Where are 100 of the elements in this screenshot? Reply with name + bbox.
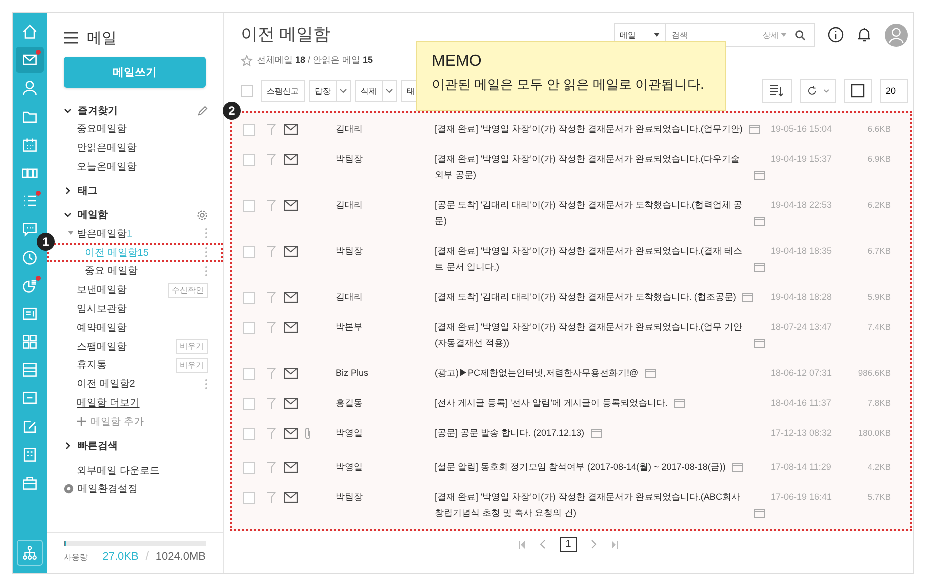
envelope-icon[interactable] <box>284 124 298 135</box>
toolbar-button[interactable]: 답장 <box>309 80 337 102</box>
mail-subject[interactable]: [설문 알림] 동호회 정기모임 참석여부 (2017-08-14(월) ~ 2017-08-18(금)) <box>435 459 726 475</box>
view-mode-button[interactable] <box>844 79 872 103</box>
envelope-icon[interactable] <box>284 462 298 473</box>
section-toggle[interactable]: 빠른검색 <box>64 439 118 454</box>
section-toggle[interactable]: 태그 <box>64 184 98 198</box>
folder-item[interactable]: 예약메일함 <box>77 320 208 335</box>
mail-subject[interactable]: [공문 도착] '김대리 대리'이(가) 작성한 결재문서가 도착했습니다.(협력업체 공문) <box>435 197 748 229</box>
more-icon[interactable] <box>205 378 208 390</box>
envelope-icon[interactable] <box>284 492 298 503</box>
previous-page-icon[interactable] <box>540 540 546 549</box>
sort-button[interactable] <box>762 79 792 103</box>
dropdown-button[interactable] <box>337 80 351 102</box>
notification-bell-icon[interactable] <box>857 27 872 43</box>
mail-subject[interactable]: [결재 완료] '박영일 차장'이(가) 작성한 결재문서가 완료되었습니다.(ABC회사 창립기념식 초청 및 축사 요청의 건) <box>435 489 748 521</box>
envelope-icon[interactable] <box>284 322 298 333</box>
row-checkbox[interactable] <box>243 292 255 304</box>
menu-icon[interactable] <box>64 32 78 44</box>
preview-window-icon[interactable] <box>754 217 765 226</box>
envelope-icon[interactable] <box>284 246 298 257</box>
folder-item[interactable]: 중요메일함 <box>77 122 208 136</box>
expand-caret[interactable] <box>68 230 74 236</box>
select-all-checkbox[interactable] <box>241 85 253 97</box>
preview-window-icon[interactable] <box>590 429 602 438</box>
page-size-select[interactable]: 20 <box>880 79 908 103</box>
folder-item[interactable]: 중요 메일함 <box>85 264 201 278</box>
last-page-icon[interactable] <box>611 540 620 548</box>
flag-icon[interactable] <box>266 200 276 212</box>
preview-window-icon[interactable] <box>674 399 685 408</box>
more-icon[interactable] <box>205 228 208 240</box>
settings-icon[interactable] <box>197 210 208 221</box>
flag-icon[interactable] <box>266 398 276 410</box>
sidebar-link[interactable]: 메일환경설정 <box>78 482 208 496</box>
folder-item[interactable]: 보낸메일함 <box>77 283 168 298</box>
star-icon[interactable] <box>241 54 253 66</box>
envelope-icon[interactable] <box>284 398 298 409</box>
mail-subject[interactable]: [공문] 공문 발송 합니다. (2017.12.13) <box>435 425 585 441</box>
flag-icon[interactable] <box>266 462 276 474</box>
flag-icon[interactable] <box>266 292 276 304</box>
envelope-icon[interactable] <box>284 292 298 303</box>
folder-item[interactable]: 이전 메일함2 <box>77 377 201 392</box>
mail-subject[interactable]: [결재 완료] '박영일 차장'이(가) 작성한 결재문서가 완료되었습니다.(다우기술 외부 공문) <box>435 151 748 183</box>
section-toggle[interactable]: 메일함 <box>64 208 108 222</box>
mail-subject[interactable]: (광고)▶PC제한없는인터넷,저렴한사무용전화기!@ <box>435 365 639 381</box>
pencil-icon[interactable] <box>197 106 208 116</box>
preview-window-icon[interactable] <box>754 263 765 272</box>
flag-icon[interactable] <box>266 492 276 504</box>
next-page-icon[interactable] <box>591 540 598 549</box>
toolbar-button[interactable]: 스팸신고 <box>261 80 305 102</box>
section-toggle[interactable]: 즐겨찾기 <box>64 104 118 118</box>
row-checkbox[interactable] <box>243 462 255 474</box>
first-page-icon[interactable] <box>518 540 526 548</box>
folder-item[interactable]: 오늘온메일함 <box>77 160 208 174</box>
folder-item[interactable]: 스팸메일함 <box>77 340 176 354</box>
row-checkbox[interactable] <box>243 124 255 136</box>
row-checkbox[interactable] <box>243 200 255 212</box>
toolbar-button[interactable]: 삭제 <box>355 80 383 102</box>
row-checkbox[interactable] <box>243 492 255 504</box>
envelope-icon[interactable] <box>284 154 298 165</box>
row-checkbox[interactable] <box>243 398 255 410</box>
row-checkbox[interactable] <box>243 154 255 166</box>
row-checkbox[interactable] <box>243 428 255 440</box>
preview-window-icon[interactable] <box>754 509 765 518</box>
row-checkbox[interactable] <box>243 246 255 258</box>
avatar[interactable] <box>885 24 908 46</box>
row-checkbox[interactable] <box>243 368 255 380</box>
flag-icon[interactable] <box>266 246 276 258</box>
mail-subject[interactable]: [결재 완료] '박영일 차장'이(가) 작성한 결재문서가 완료되었습니다.(업무 기안(자동결재선 적용)) <box>435 319 748 351</box>
flag-icon[interactable] <box>266 124 276 136</box>
more-folders-link[interactable]: 메일함 더보기 <box>77 396 140 410</box>
search-icon[interactable] <box>795 30 806 40</box>
flag-icon[interactable] <box>266 428 276 440</box>
info-icon[interactable] <box>828 27 844 43</box>
flag-icon[interactable] <box>266 154 276 166</box>
mail-subject[interactable]: [결재 도착] '김대리 대리'이(가) 작성한 결재문서가 도착했습니다. (협조공문) <box>435 289 736 305</box>
folder-item[interactable]: 받은메일함1 <box>77 226 201 241</box>
org-chart-icon[interactable] <box>17 540 43 566</box>
envelope-icon[interactable] <box>284 368 298 379</box>
envelope-icon[interactable] <box>284 428 298 439</box>
preview-window-icon[interactable] <box>644 369 656 378</box>
preview-window-icon[interactable] <box>742 293 754 302</box>
folder-item[interactable]: 임시보관함 <box>77 302 208 316</box>
page-number[interactable]: 1 <box>560 537 578 552</box>
more-icon[interactable] <box>205 266 208 277</box>
refresh-button[interactable] <box>800 79 836 103</box>
more-icon[interactable] <box>205 247 208 258</box>
row-checkbox[interactable] <box>243 322 255 334</box>
dropdown-button[interactable] <box>383 80 397 102</box>
mail-subject[interactable]: [결재 완료] '박영일 차장'이(가) 작성한 결재문서가 완료되었습니다.(업무기안) <box>435 121 743 137</box>
mail-subject[interactable]: [결재 완료] '박영일 차장'이(가) 작성한 결재문서가 완료되었습니다.(결재 테스트 문서 입니다.) <box>435 243 748 275</box>
preview-window-icon[interactable] <box>754 339 765 348</box>
sidebar-link[interactable]: 외부메일 다운로드 <box>77 464 208 478</box>
preview-window-icon[interactable] <box>732 463 743 472</box>
preview-window-icon[interactable] <box>748 125 760 134</box>
folder-item[interactable]: 휴지통 <box>77 358 176 372</box>
mail-subject[interactable]: [전사 게시글 등록] '전사 알림'에 게시글이 등록되었습니다. <box>435 395 668 411</box>
folder-item[interactable]: 안읽은메일함 <box>77 141 208 156</box>
preview-window-icon[interactable] <box>754 171 765 180</box>
flag-icon[interactable] <box>266 368 276 380</box>
